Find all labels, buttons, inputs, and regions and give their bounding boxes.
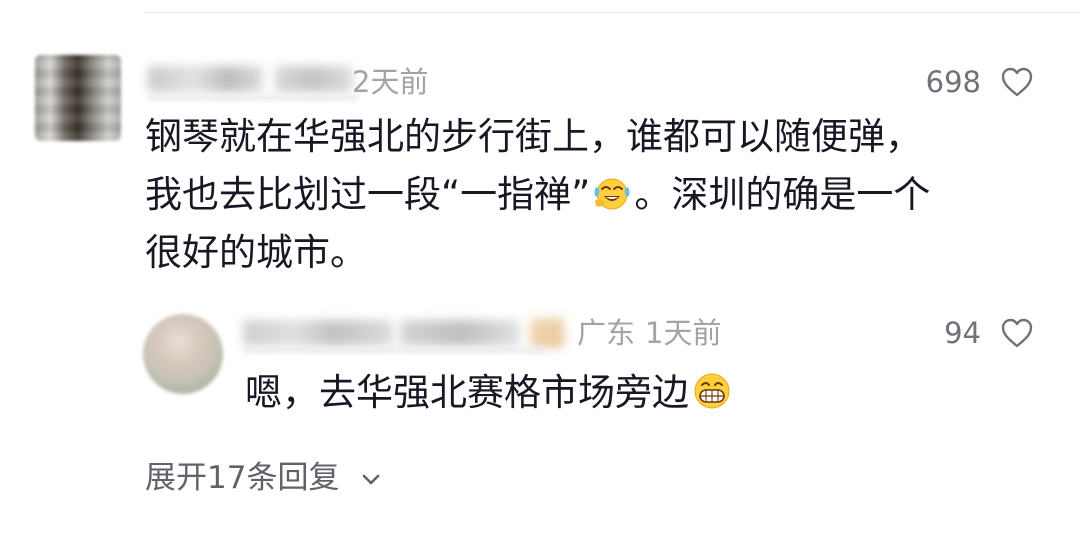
reply-text: 嗯，去华强北赛格市场旁边 <box>245 364 733 422</box>
reply-like-count: 94 <box>944 316 981 350</box>
reply-avatar[interactable] <box>143 314 223 394</box>
username-blurred-suffix <box>275 66 353 92</box>
comment-line: 很好的城市。 <box>145 231 367 274</box>
expand-replies-button[interactable]: 展开17条回复 <box>145 458 381 498</box>
comment-text: 钢琴就在华强北的步行街上，谁都可以随便弹， 我也去比划过一段“一指禅” 。深圳的… <box>145 108 1025 282</box>
username-blurred[interactable] <box>148 66 263 92</box>
grin-emoji-icon <box>694 373 730 409</box>
comment-segment: 。深圳的确是一个 <box>634 173 931 216</box>
comment-segment: 我也去比划过一段“一指禅” <box>145 173 591 216</box>
heart-icon[interactable] <box>1000 66 1034 98</box>
laugh-cry-emoji-icon <box>594 178 630 210</box>
reply-username-blur-shadow <box>243 347 543 353</box>
reply-location: 广东 <box>577 316 636 350</box>
comment-line: 我也去比划过一段“一指禅” 。深圳的确是一个 <box>145 166 1025 224</box>
reply-username-blurred[interactable] <box>243 320 393 346</box>
reply-timestamp: 1天前 <box>645 316 722 350</box>
like-count: 698 <box>925 65 981 99</box>
top-divider <box>145 12 1080 13</box>
username-blur-shadow <box>148 95 358 101</box>
chevron-down-icon <box>363 474 380 485</box>
reply-username-badge-blurred <box>530 318 564 348</box>
expand-replies-label: 展开17条回复 <box>145 460 340 496</box>
comment-line: 钢琴就在华强北的步行街上，谁都可以随便弹， <box>145 115 922 158</box>
heart-icon[interactable] <box>1000 317 1034 349</box>
comment-timestamp: 2天前 <box>352 65 429 99</box>
avatar[interactable] <box>35 55 121 141</box>
reply-username-blurred-suffix <box>400 320 520 346</box>
reply-text-content: 嗯，去华强北赛格市场旁边 <box>245 371 689 414</box>
reply-meta: 广东 1天前 <box>577 316 721 350</box>
